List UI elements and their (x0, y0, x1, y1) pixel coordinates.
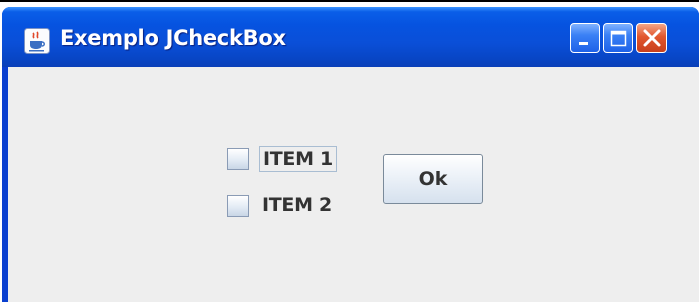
minimize-button[interactable] (570, 23, 600, 53)
maximize-button[interactable] (603, 23, 633, 53)
close-button[interactable] (636, 23, 667, 53)
window-title: Exemplo JCheckBox (60, 26, 286, 50)
minimize-icon (579, 42, 588, 45)
checkbox-label[interactable]: ITEM 2 (259, 193, 335, 217)
app-window: Exemplo JCheckBox ITEM 1 ITEM 2 Ok (2, 7, 699, 302)
content-panel: ITEM 1 ITEM 2 Ok (8, 67, 699, 302)
top-border-line (0, 0, 699, 2)
checkbox-label[interactable]: ITEM 1 (259, 146, 337, 172)
maximize-icon (610, 30, 627, 47)
checkbox-box[interactable] (227, 195, 249, 217)
screen: Exemplo JCheckBox ITEM 1 ITEM 2 Ok (0, 0, 699, 302)
java-cup-icon[interactable] (24, 28, 50, 54)
ok-button[interactable]: Ok (383, 154, 483, 204)
close-icon (643, 29, 661, 47)
checkbox-box[interactable] (227, 148, 249, 170)
title-bar[interactable]: Exemplo JCheckBox (2, 7, 699, 67)
